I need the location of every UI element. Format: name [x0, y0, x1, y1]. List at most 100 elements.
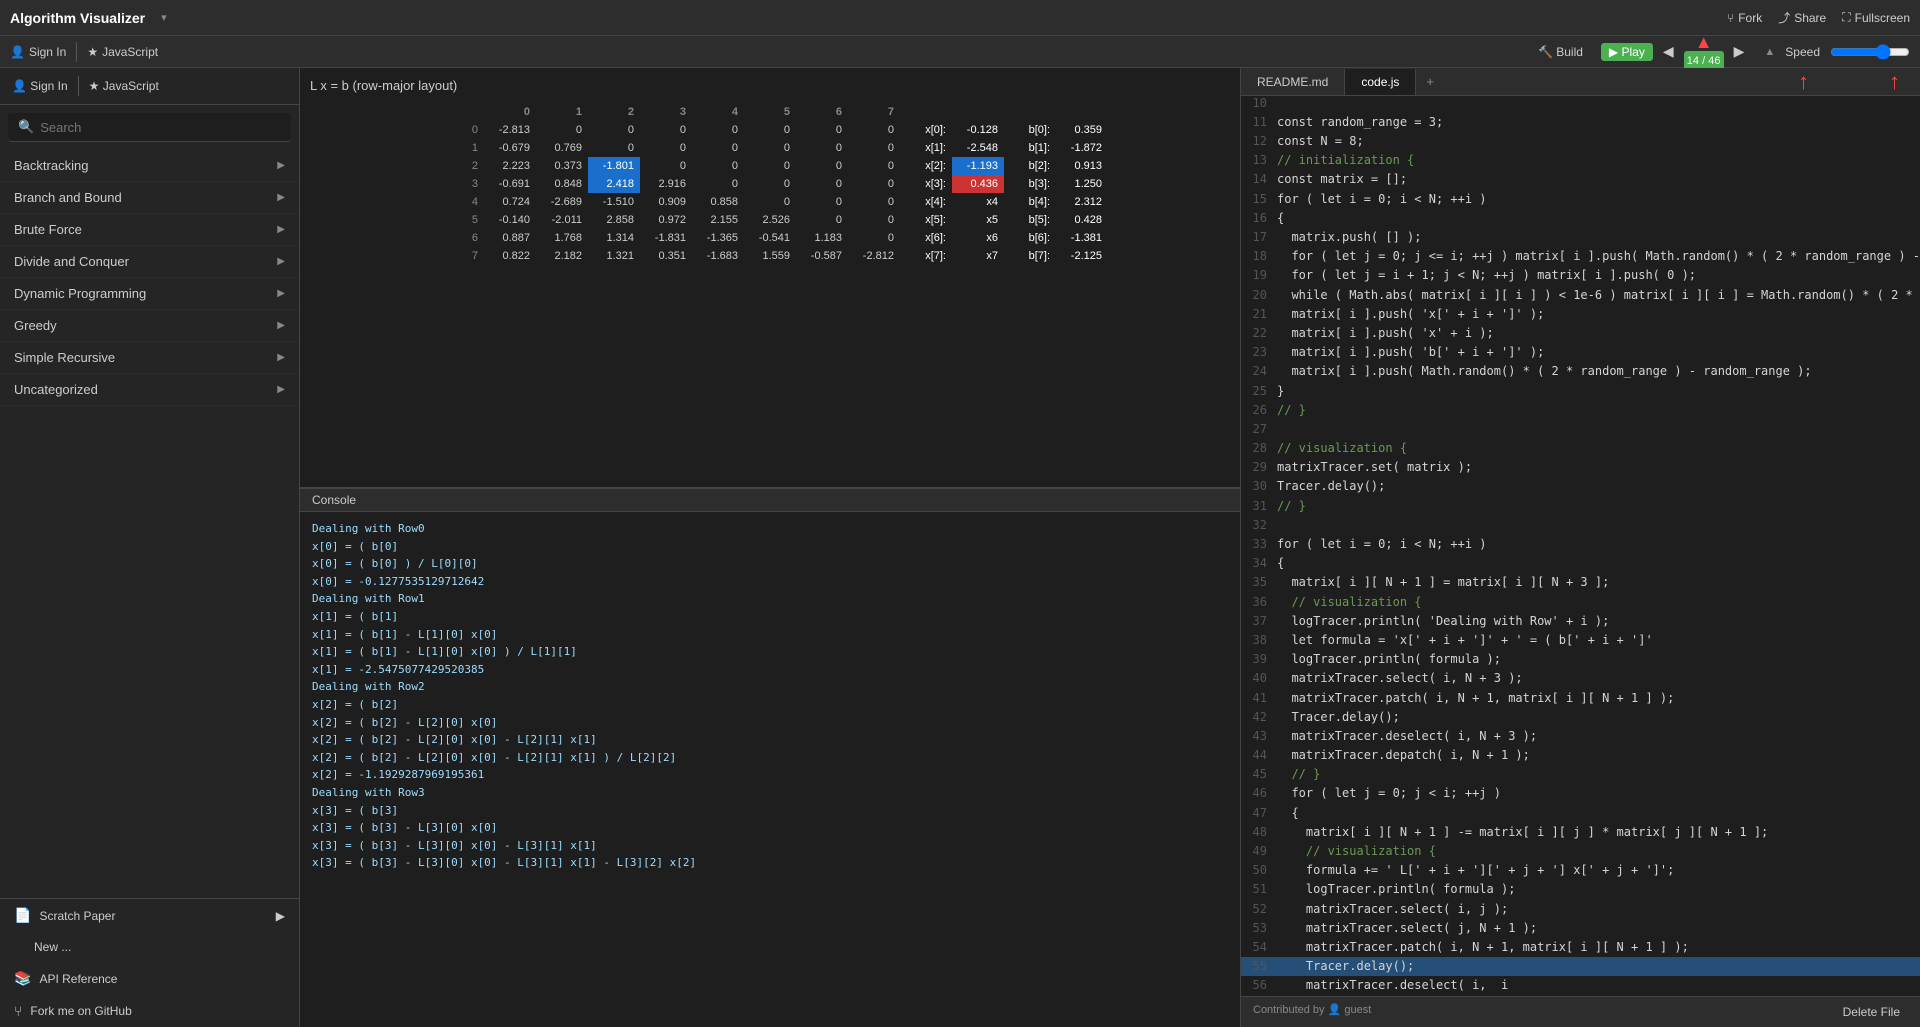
code-line: 12const N = 8; — [1241, 132, 1920, 151]
code-line: 22 matrix[ i ].push( 'x' + i ); — [1241, 324, 1920, 343]
fork-button[interactable]: ⑂ Fork — [1727, 11, 1762, 25]
arrow-indicator-right: ▲ — [1764, 46, 1775, 58]
chevron-right-icon: ▶ — [277, 192, 285, 203]
next-step-button[interactable]: ▶ — [1734, 43, 1745, 60]
star-icon-sidebar: ★ — [89, 79, 100, 93]
code-line: 29matrixTracer.set( matrix ); — [1241, 458, 1920, 477]
console-line: x[2] = ( b[2] — [312, 696, 1228, 714]
javascript-button[interactable]: ★ JavaScript — [87, 45, 158, 59]
code-line: 47 { — [1241, 804, 1920, 823]
sidebar-bottom: 📄 Scratch Paper ▶ New ... 📚 API Referenc… — [0, 898, 299, 1027]
delete-file-button[interactable]: Delete File — [1835, 1003, 1908, 1021]
speed-slider[interactable] — [1830, 44, 1910, 60]
code-line: 14const matrix = []; — [1241, 170, 1920, 189]
code-line: 31// } — [1241, 497, 1920, 516]
sidebar-item-greedy[interactable]: Greedy ▶ — [0, 310, 299, 342]
arrow-indicator-left: ▲ — [1695, 33, 1713, 51]
console-line: Dealing with Row2 — [312, 678, 1228, 696]
console-line: x[3] = ( b[3] — [312, 802, 1228, 820]
star-icon: ★ — [87, 45, 98, 59]
js-sidebar-button[interactable]: ★ JavaScript — [89, 79, 159, 93]
sidebar-item-dynamic-programming[interactable]: Dynamic Programming ▶ — [0, 278, 299, 310]
code-line: 11const random_range = 3; — [1241, 113, 1920, 132]
sidebar-item-uncategorized[interactable]: Uncategorized ▶ — [0, 374, 299, 406]
fullscreen-icon: ⛶ — [1842, 10, 1850, 25]
user-icon: 👤 — [1328, 1004, 1345, 1016]
fork-github-item[interactable]: ⑂ Fork me on GitHub — [0, 995, 299, 1027]
share-button[interactable]: ⤴ Share — [1778, 9, 1826, 26]
person-icon-sidebar: 👤 — [12, 79, 27, 93]
code-line: 28// visualization { — [1241, 439, 1920, 458]
table-row: 5 -0.140 -2.011 2.858 0.972 2.155 2.526 … — [432, 211, 1108, 229]
console-line: x[1] = ( b[1] - L[1][0] x[0] — [312, 626, 1228, 644]
code-line: 18 for ( let j = 0; j <= i; ++j ) matrix… — [1241, 247, 1920, 266]
sidebar-nav: Backtracking ▶ Branch and Bound ▶ Brute … — [0, 150, 299, 898]
console-line: x[1] = -2.54750774295​20385 — [312, 661, 1228, 679]
github-icon: ⑂ — [14, 1003, 22, 1019]
scratch-paper-item[interactable]: 📄 Scratch Paper ▶ — [0, 899, 299, 932]
sidebar-item-brute-force[interactable]: Brute Force ▶ — [0, 214, 299, 246]
console-line: x[1] = ( b[1] — [312, 608, 1228, 626]
api-reference-item[interactable]: 📚 API Reference — [0, 962, 299, 995]
code-line: 43 matrixTracer.deselect( i, N + 3 ); — [1241, 727, 1920, 746]
fork-icon: ⑂ — [1727, 11, 1734, 25]
code-line: 42 Tracer.delay(); — [1241, 708, 1920, 727]
code-line: 45 // } — [1241, 765, 1920, 784]
code-line: 10 — [1241, 96, 1920, 113]
table-row: 3 -0.691 0.848 2.418 2.916 0 0 0 0 x[3]:… — [432, 175, 1108, 193]
console-line: x[2] = ( b[2] - L[2][0] x[0] - L[2][1] x… — [312, 731, 1228, 749]
prev-step-button[interactable]: ◀ — [1663, 43, 1674, 60]
code-line: 27 — [1241, 420, 1920, 439]
play-button[interactable]: ▶ Play — [1601, 43, 1653, 61]
code-line: 15for ( let i = 0; i < N; ++i ) — [1241, 190, 1920, 209]
tab-readme[interactable]: README.md — [1241, 69, 1345, 95]
search-container: 🔍 — [8, 113, 291, 142]
code-line: 53 matrixTracer.select( j, N + 1 ); — [1241, 919, 1920, 938]
main-layout: 👤 Sign In ★ JavaScript 🔍 Backtracking ▶ … — [0, 68, 1920, 1027]
viz-panel: L x = b (row-major layout) 0 1 2 3 4 5 6 — [300, 68, 1240, 488]
fullscreen-button[interactable]: ⛶ Fullscreen — [1842, 10, 1910, 25]
table-row: 2 2.223 0.373 -1.801 0 0 0 0 0 x[2]: -1.… — [432, 157, 1108, 175]
console-line: x[2] = -1.1929287969195361 — [312, 766, 1228, 784]
search-icon: 🔍 — [18, 119, 34, 135]
auth-bar: 👤 Sign In ★ JavaScript — [0, 68, 299, 105]
console-line: x[2] = ( b[2] - L[2][0] x[0] — [312, 714, 1228, 732]
topbar: Algorithm Visualizer ▾ ⑂ Fork ⤴ Share ⛶ … — [0, 0, 1920, 36]
code-line: 49 // visualization { — [1241, 842, 1920, 861]
console-line: x[1] = ( b[1] - L[1][0] x[0] ) / L[1][1] — [312, 643, 1228, 661]
new-item[interactable]: New ... — [0, 932, 299, 962]
code-line: 37 logTracer.println( 'Dealing with Row'… — [1241, 612, 1920, 631]
code-line: 56 matrixTracer.deselect( i, i — [1241, 976, 1920, 995]
console-line: x[3] = ( b[3] - L[3][0] x[0] — [312, 819, 1228, 837]
speed-label: Speed — [1785, 45, 1820, 59]
build-button[interactable]: 🔨 Build — [1530, 43, 1591, 61]
sidebar-item-branch-bound[interactable]: Branch and Bound ▶ — [0, 182, 299, 214]
play-icon: ▶ — [1609, 45, 1618, 59]
search-input[interactable] — [40, 120, 281, 135]
arrow-up-left-icon: ↑ — [1798, 69, 1809, 95]
table-row: 6 0.887 1.768 1.314 -1.831 -1.365 -0.541… — [432, 229, 1108, 247]
code-line: 24 matrix[ i ].push( Math.random() * ( 2… — [1241, 362, 1920, 381]
sidebar-item-divide-conquer[interactable]: Divide and Conquer ▶ — [0, 246, 299, 278]
code-content: 1// import visualization libraries {2con… — [1241, 96, 1920, 996]
console-line: Dealing with Row3 — [312, 784, 1228, 802]
person-icon: 👤 — [10, 45, 25, 59]
code-line: 25} — [1241, 382, 1920, 401]
signin-button[interactable]: 👤 Sign In — [10, 45, 66, 59]
sidebar-item-backtracking[interactable]: Backtracking ▶ — [0, 150, 299, 182]
code-line: 16{ — [1241, 209, 1920, 228]
chevron-right-icon: ▶ — [277, 320, 285, 331]
signin-sidebar-button[interactable]: 👤 Sign In — [12, 79, 68, 93]
code-line: 55 Tracer.delay(); — [1241, 957, 1920, 976]
code-line: 44 matrixTracer.depatch( i, N + 1 ); — [1241, 746, 1920, 765]
code-line: 46 for ( let j = 0; j < i; ++j ) — [1241, 784, 1920, 803]
chevron-right-icon-scratch: ▶ — [276, 909, 285, 923]
sidebar-item-simple-recursive[interactable]: Simple Recursive ▶ — [0, 342, 299, 374]
code-line: 20 while ( Math.abs( matrix[ i ][ i ] ) … — [1241, 286, 1920, 305]
code-line: 39 logTracer.println( formula ); — [1241, 650, 1920, 669]
table-row: 7 0.822 2.182 1.321 0.351 -1.683 1.559 -… — [432, 247, 1108, 265]
tab-codejs[interactable]: code.js — [1345, 69, 1416, 95]
add-tab-button[interactable]: + — [1416, 68, 1444, 95]
console-line: Dealing with Row1 — [312, 590, 1228, 608]
code-line: 40 matrixTracer.select( i, N + 3 ); — [1241, 669, 1920, 688]
